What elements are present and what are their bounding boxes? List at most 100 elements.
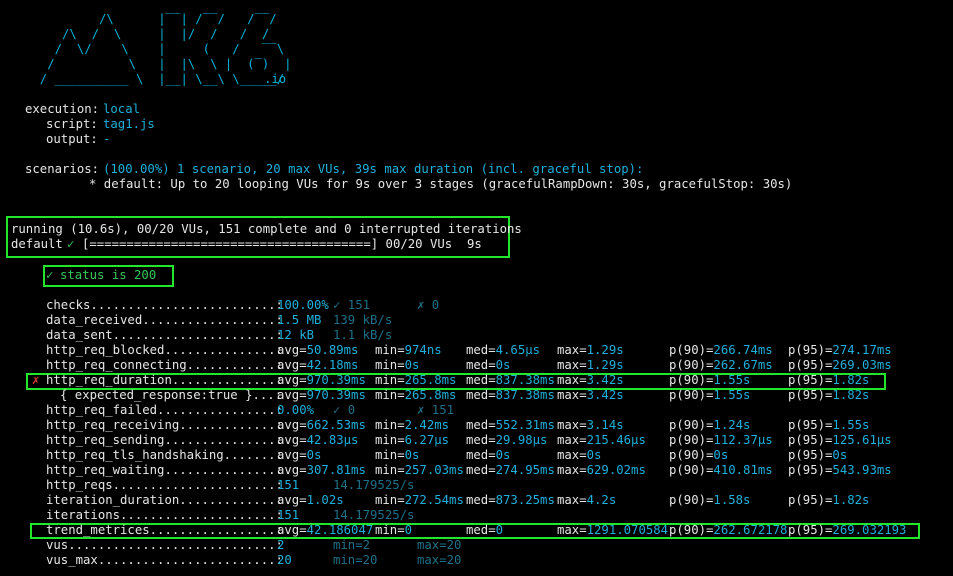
metric-label: iterations.....................: xyxy=(46,508,283,522)
logo-line: / \ | |\ \ | (‾) | xyxy=(25,57,292,71)
metric-value: ✓ 0 xyxy=(333,403,356,417)
metric-label: http_req_tls_handshaking.......: xyxy=(46,448,283,462)
metric-stat: p(90)=1.55s xyxy=(669,388,751,402)
metric-value: 2 xyxy=(277,538,285,552)
metric-stat: max=0s xyxy=(557,448,602,462)
metric-stat: p(90)=1.55s xyxy=(669,373,751,387)
metric-stat: p(90)=1.58s xyxy=(669,493,751,507)
logo-line: / __________ \ |__| \__\ \_____/ xyxy=(25,72,285,86)
logo-line: /\ |‾‾| /‾‾/ /‾‾/ xyxy=(25,12,277,26)
metric-stat: avg=970.39ms xyxy=(277,388,366,402)
metric-value: 14.179525/s xyxy=(333,508,415,522)
metric-label: vus............................: xyxy=(46,538,283,552)
metric-value: 100.00% xyxy=(277,298,329,312)
metric-value: ✗ 0 xyxy=(417,298,440,312)
metric-stat: med=837.38ms xyxy=(466,388,555,402)
metric-label: http_req_failed................: xyxy=(46,403,283,417)
metric-value: 0.00% xyxy=(277,403,315,417)
check-result-text: status is 200 xyxy=(60,268,157,282)
metric-label: vus_max........................: xyxy=(46,553,283,567)
metric-stat: p(90)=262.672178 xyxy=(669,523,788,537)
scenarios-label: scenarios: xyxy=(25,162,100,176)
metric-value: 12 kB xyxy=(277,328,315,342)
metric-stat: p(90)=262.67ms xyxy=(669,358,773,372)
metric-stat: avg=42.83µs xyxy=(277,433,359,447)
metric-stat: med=0 xyxy=(466,523,504,537)
metric-stat: p(95)=269.032193 xyxy=(788,523,907,537)
metric-label: http_req_receiving.............: xyxy=(46,418,283,432)
metric-stat: avg=42.186047 xyxy=(277,523,374,537)
metric-value: 151 xyxy=(277,508,300,522)
metric-stat: med=873.25ms xyxy=(466,493,555,507)
metric-value: min=2 xyxy=(333,538,371,552)
metric-stat: med=274.95ms xyxy=(466,463,555,477)
metric-stat: max=215.46µs xyxy=(557,433,646,447)
check-pass-icon: ✓ xyxy=(46,268,54,282)
metric-stat: p(95)=1.55s xyxy=(788,418,870,432)
metric-stat: max=629.02ms xyxy=(557,463,646,477)
metric-stat: avg=307.81ms xyxy=(277,463,366,477)
metric-stat: avg=970.39ms xyxy=(277,373,366,387)
scenarios-detail: * default: Up to 20 looping VUs for 9s o… xyxy=(89,177,793,191)
metric-stat: med=29.98µs xyxy=(466,433,548,447)
metric-stat: p(95)=0s xyxy=(788,448,848,462)
metric-stat: min=0 xyxy=(375,523,413,537)
metric-label: checks.........................: xyxy=(46,298,283,312)
metric-value: ✗ 151 xyxy=(417,403,455,417)
metric-stat: min=2.42ms xyxy=(375,418,450,432)
metric-stat: max=3.42s xyxy=(557,388,624,402)
metric-stat: p(90)=0s xyxy=(669,448,729,462)
script-value: tag1.js xyxy=(103,117,155,131)
metric-stat: min=0s xyxy=(375,358,420,372)
metric-label: http_req_duration..............: xyxy=(46,373,283,387)
metric-stat: p(90)=266.74ms xyxy=(669,343,773,357)
metric-value: 1.1 kB/s xyxy=(333,328,393,342)
metric-stat: max=4.2s xyxy=(557,493,617,507)
execution-label: execution: xyxy=(25,102,100,116)
metric-value: 14.179525/s xyxy=(333,478,415,492)
metric-stat: med=552.31ms xyxy=(466,418,555,432)
logo-line: /\ / \ | |/ / / / xyxy=(25,27,270,41)
output-label: output: xyxy=(46,132,98,146)
metric-stat: min=0s xyxy=(375,448,420,462)
metric-value: 20 xyxy=(277,553,292,567)
metric-label: trend_metrices.................: xyxy=(46,523,283,537)
metric-stat: p(95)=269.03ms xyxy=(788,358,892,372)
metric-stat: p(90)=112.37µs xyxy=(669,433,773,447)
metric-stat: min=257.03ms xyxy=(375,463,464,477)
metric-stat: p(95)=274.17ms xyxy=(788,343,892,357)
metric-stat: max=1291.070584 xyxy=(557,523,669,537)
metric-value: 139 kB/s xyxy=(333,313,393,327)
metric-stat: max=1.29s xyxy=(557,358,624,372)
metric-value: min=20 xyxy=(333,553,378,567)
metric-stat: max=1.29s xyxy=(557,343,624,357)
metric-stat: max=3.14s xyxy=(557,418,624,432)
metric-stat: p(95)=1.82s xyxy=(788,388,870,402)
scenarios-summary: (100.00%) 1 scenario, 20 max VUs, 39s ma… xyxy=(103,162,644,176)
metric-stat: med=4.65µs xyxy=(466,343,541,357)
metric-value: max=20 xyxy=(417,553,462,567)
metric-stat: p(95)=543.93ms xyxy=(788,463,892,477)
metric-stat: min=974ns xyxy=(375,343,442,357)
metric-label: http_req_waiting...............: xyxy=(46,463,283,477)
progress-bar-text: [======================================]… xyxy=(82,237,482,251)
metric-stat: min=265.8ms xyxy=(375,373,457,387)
fail-threshold-icon: ✗ xyxy=(32,373,40,387)
check-icon: ✓ xyxy=(67,237,75,251)
metric-label: data_received..................: xyxy=(46,313,283,327)
metric-stat: avg=42.18ms xyxy=(277,358,359,372)
metric-label: { expected_response:true }...: xyxy=(60,388,283,402)
metric-stat: min=6.27µs xyxy=(375,433,450,447)
metric-label: http_req_sending...............: xyxy=(46,433,283,447)
logo-line: / \/ \ | ( / ‾‾\ xyxy=(25,42,285,56)
run-status-line: running (10.6s), 00/20 VUs, 151 complete… xyxy=(11,222,522,236)
metric-stat: p(95)=1.82s xyxy=(788,493,870,507)
execution-value: local xyxy=(103,102,141,116)
script-label: script: xyxy=(46,117,98,131)
metric-stat: p(95)=125.61µs xyxy=(788,433,892,447)
metric-stat: p(90)=1.24s xyxy=(669,418,751,432)
metric-label: iteration_duration.............: xyxy=(46,493,283,507)
metric-stat: p(95)=1.82s xyxy=(788,373,870,387)
metric-stat: avg=662.53ms xyxy=(277,418,366,432)
metric-label: http_req_connecting............: xyxy=(46,358,283,372)
